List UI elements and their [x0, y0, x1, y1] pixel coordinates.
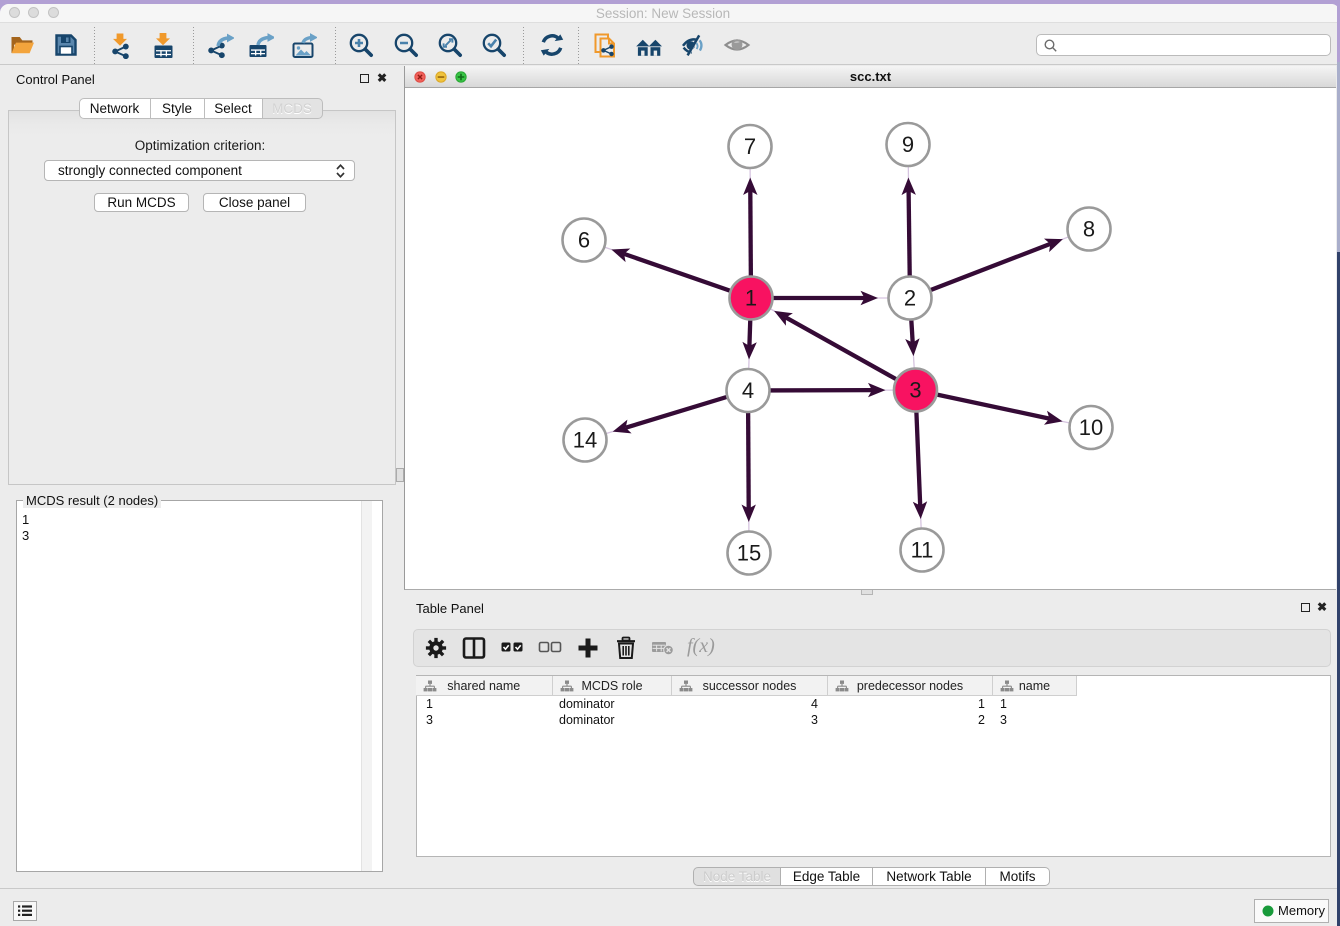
- svg-text:6: 6: [578, 228, 590, 253]
- svg-text:15: 15: [737, 541, 761, 566]
- svg-text:3: 3: [909, 378, 921, 403]
- svg-text:11: 11: [911, 538, 934, 563]
- svg-text:2: 2: [904, 286, 916, 311]
- svg-text:9: 9: [902, 132, 914, 157]
- svg-text:7: 7: [744, 134, 756, 159]
- svg-text:10: 10: [1079, 415, 1103, 440]
- svg-text:1: 1: [745, 286, 757, 311]
- svg-text:14: 14: [573, 428, 597, 453]
- svg-text:8: 8: [1083, 217, 1095, 242]
- svg-text:4: 4: [742, 378, 754, 403]
